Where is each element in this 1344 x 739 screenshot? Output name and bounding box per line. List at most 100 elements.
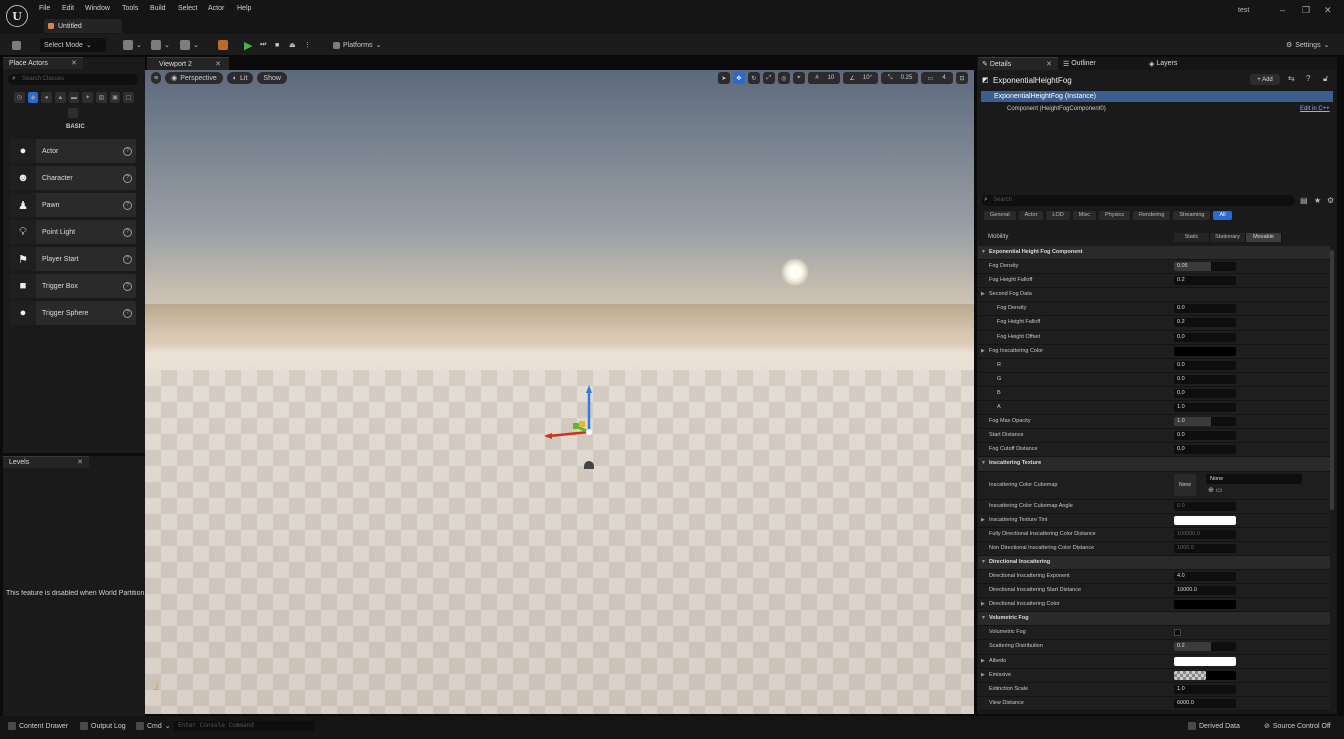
grid-snap-button[interactable]: # 10 — [807, 72, 841, 84]
property-section[interactable]: ▼ Inscattering Texture — [978, 457, 1330, 472]
actor-item-character[interactable]: ☻ Character? — [10, 166, 136, 190]
menu-actor[interactable]: Actor — [208, 5, 224, 12]
edit-in-cpp-link[interactable]: Edit in C++ — [1300, 106, 1330, 112]
tab-viewport[interactable]: Viewport 2 ✕ — [147, 57, 229, 70]
close-window-icon[interactable]: ✕ — [1324, 5, 1332, 16]
expand-arrow-icon[interactable]: ▼ — [981, 615, 986, 621]
scale-tool-icon[interactable]: ⤢ — [762, 72, 775, 84]
unreal-logo-icon[interactable]: U — [6, 5, 28, 27]
star-icon[interactable]: ★ — [1314, 196, 1321, 205]
property-value-fully-directional-inscattering-color-distance[interactable]: 100000.0 — [1174, 529, 1236, 539]
property-value-directional-inscattering-start-distance[interactable]: 10000.0 — [1174, 586, 1236, 596]
property-value-fog-cutoff-distance[interactable]: 0.0 — [1174, 445, 1236, 455]
cmd-dropdown[interactable]: Cmd ⌄ — [136, 722, 171, 730]
tab-place-actors[interactable]: Place Actors ✕ — [3, 57, 83, 69]
expand-arrow-icon[interactable]: ▶ — [981, 291, 985, 297]
color-swatch-alpha[interactable] — [1206, 670, 1236, 680]
close-icon[interactable]: ✕ — [71, 59, 77, 67]
menu-select[interactable]: Select — [178, 5, 197, 12]
volumetric-fog-checkbox[interactable] — [1174, 629, 1181, 637]
console-command-input[interactable]: Enter Console Command — [174, 721, 314, 731]
property-value-b[interactable]: 0.0 — [1174, 388, 1236, 398]
blueprint-convert-icon[interactable]: ⇆ — [1288, 74, 1295, 83]
details-search-input[interactable]: Search — [981, 195, 1295, 206]
rotate-tool-icon[interactable]: ↻ — [747, 72, 760, 84]
filter-tab-lod[interactable]: LOD — [1046, 211, 1070, 220]
color-swatch[interactable] — [1174, 656, 1236, 666]
component-instance-row[interactable]: ExponentialHeightFog (Instance) — [981, 91, 1333, 102]
property-value-non-directional-inscattering-color-distance[interactable]: 1000.0 — [1174, 543, 1236, 553]
menu-tools[interactable]: Tools — [122, 5, 138, 12]
property-value-directional-inscattering-exponent[interactable]: 4.0 — [1174, 571, 1236, 581]
camera-speed-button[interactable]: ▭ 4 — [921, 72, 953, 84]
tab-details[interactable]: ✎ Details ✕ — [978, 57, 1058, 70]
select-mode-dropdown[interactable]: Select Mode ⌄ — [40, 38, 106, 52]
tab-levels[interactable]: Levels ✕ — [3, 456, 89, 468]
document-tab[interactable]: Untitled — [44, 19, 122, 33]
geometry-icon[interactable]: ▢ — [123, 92, 135, 103]
filter-tab-physics[interactable]: Physics — [1099, 211, 1130, 220]
property-value-scattering-distribution[interactable]: 0.2 — [1174, 642, 1236, 652]
menu-window[interactable]: Window — [85, 5, 110, 12]
actor-item-point-light[interactable]: 💡︎ Point Light? — [10, 220, 136, 244]
gear-icon[interactable]: ⚙ — [1327, 196, 1334, 205]
filter-tab-general[interactable]: General — [984, 211, 1016, 220]
actor-item-trigger-box[interactable]: ■ Trigger Box? — [10, 274, 136, 298]
property-value-g[interactable]: 0.0 — [1174, 374, 1236, 384]
move-tool-icon[interactable]: ✥ — [732, 72, 745, 84]
cubemap-select-dropdown[interactable]: None — [1206, 473, 1302, 484]
search-classes-input[interactable]: Search Classes — [8, 74, 138, 85]
actor-item-player-start[interactable]: ⚑ Player Start? — [10, 247, 136, 271]
play-options-icon[interactable]: ⋮ — [304, 38, 311, 52]
rotation-snap-button[interactable]: ∠ 10° — [843, 72, 878, 84]
property-value-fog-height-offset[interactable]: 0.0 — [1174, 332, 1236, 342]
menu-edit[interactable]: Edit — [62, 5, 74, 12]
table-view-icon[interactable]: ▤ — [1300, 196, 1308, 205]
color-swatch[interactable] — [1174, 600, 1236, 610]
filter-tab-rendering[interactable]: Rendering — [1133, 211, 1171, 220]
help-icon[interactable]: ? — [123, 200, 132, 210]
stop-icon[interactable]: ■ — [275, 38, 279, 52]
details-scrollbar[interactable] — [1330, 250, 1334, 510]
play-icon[interactable]: ▶ — [244, 38, 252, 52]
save-icon[interactable] — [12, 38, 21, 52]
cubemap-thumbnail[interactable]: None — [1174, 473, 1196, 496]
actor-item-trigger-sphere[interactable]: ● Trigger Sphere? — [10, 301, 136, 325]
expand-arrow-icon[interactable]: ▼ — [981, 559, 986, 565]
filter-tab-misc[interactable]: Misc — [1072, 211, 1097, 220]
expand-arrow-icon[interactable]: ▶ — [981, 348, 985, 354]
lit-button[interactable]: ◐ Lit — [226, 72, 254, 84]
maximize-icon[interactable]: ❐ — [1302, 5, 1310, 16]
cinematics-icon[interactable]: ⌄ — [180, 38, 199, 52]
lock-icon[interactable]: 🔓︎ — [1323, 74, 1328, 84]
expand-arrow-icon[interactable]: ▶ — [981, 672, 985, 678]
extra-category-icon[interactable] — [68, 108, 78, 118]
filter-tab-streaming[interactable]: Streaming — [1173, 211, 1211, 220]
browse-asset-icon[interactable]: ⊕ ▭ — [1208, 486, 1222, 494]
transform-gizmo[interactable] — [543, 385, 603, 445]
close-icon[interactable]: ✕ — [1046, 60, 1052, 68]
filter-tab-actor[interactable]: Actor — [1018, 211, 1044, 220]
output-log-button[interactable]: Output Log — [80, 722, 126, 730]
scale-snap-button[interactable]: ⤡ 0.25 — [880, 72, 919, 84]
menu-build[interactable]: Build — [150, 5, 166, 12]
eject-icon[interactable]: ⏏ — [289, 38, 296, 52]
volumes-icon[interactable]: ▧ — [96, 92, 107, 103]
help-icon[interactable]: ? — [123, 173, 132, 183]
property-value-view-distance[interactable]: 6000.0 — [1174, 698, 1236, 708]
show-button[interactable]: Show — [257, 72, 287, 84]
color-swatch[interactable] — [1174, 515, 1236, 525]
expand-arrow-icon[interactable]: ▶ — [981, 601, 985, 607]
color-swatch[interactable] — [1174, 346, 1236, 356]
help-icon[interactable]: ? — [123, 146, 132, 156]
basic-icon[interactable]: ◆ — [27, 92, 39, 103]
property-value-fog-density[interactable]: 0.05 — [1174, 262, 1236, 272]
actor-item-pawn[interactable]: ♟ Pawn? — [10, 193, 136, 217]
expand-arrow-icon[interactable]: ▶ — [981, 517, 985, 523]
expand-arrow-icon[interactable]: ▼ — [981, 460, 986, 466]
build-icon[interactable] — [218, 38, 228, 52]
help-icon[interactable]: ? — [1306, 74, 1310, 83]
property-section[interactable]: ▼ Directional Inscattering — [978, 555, 1330, 570]
tab-outliner[interactable]: ☰ Outliner — [1063, 57, 1096, 70]
close-icon[interactable]: ✕ — [77, 458, 83, 466]
